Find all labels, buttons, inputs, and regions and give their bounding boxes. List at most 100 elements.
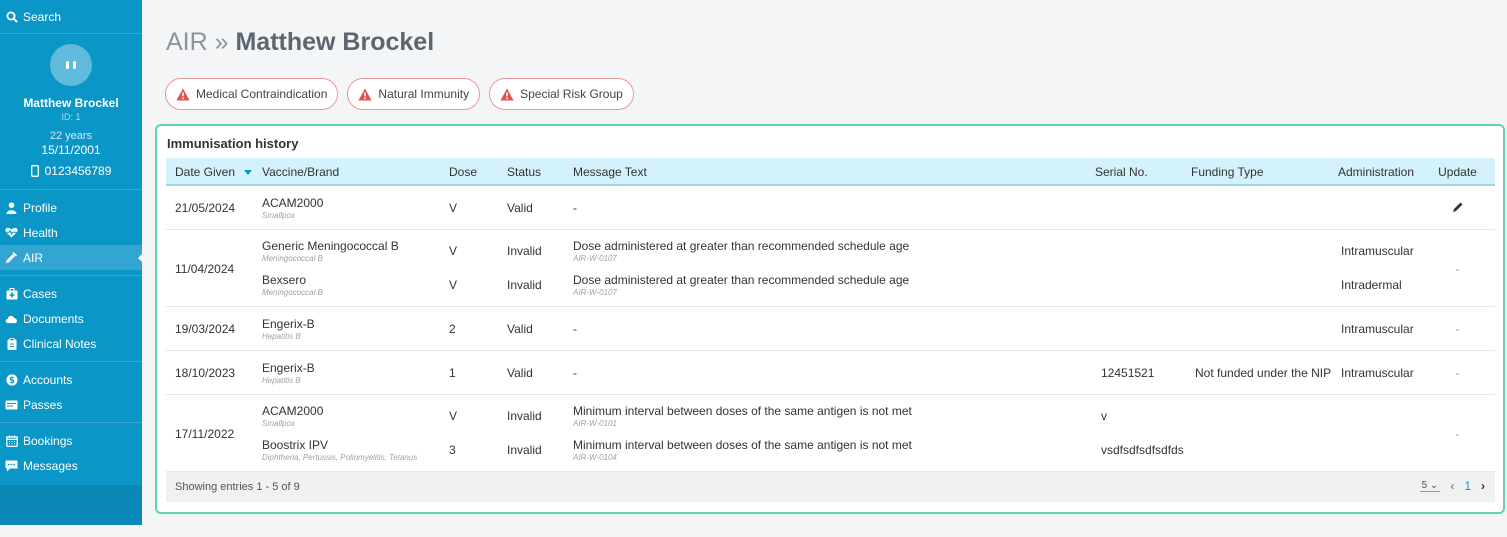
column-header-label: Message Text <box>573 165 647 179</box>
message-text: - <box>573 201 577 215</box>
flag-special-risk-group[interactable]: Special Risk Group <box>489 78 634 110</box>
sidebar-item-label: Documents <box>23 311 84 326</box>
sidebar-item-health[interactable]: Health <box>0 220 142 245</box>
message-cell: Minimum interval between doses of the sa… <box>573 438 912 462</box>
sidebar-item-label: Profile <box>23 200 58 215</box>
prev-page-icon[interactable]: ‹ <box>1450 479 1454 493</box>
sidebar-item-label: AIR <box>23 250 44 265</box>
sidebar-footer <box>0 485 142 525</box>
funding-type: Not funded under the NIP <box>1195 366 1332 380</box>
patient-phone: 0123456789 <box>0 164 142 178</box>
card-icon <box>5 398 18 411</box>
patient-phone-number: 0123456789 <box>44 164 112 178</box>
sidebar-item-label: Passes <box>23 397 63 412</box>
chevron-down-icon: ⌄ <box>1429 480 1439 491</box>
current-page[interactable]: 1 <box>1464 479 1471 493</box>
table-row: 21/05/2024 ACAM2000 Smallpox V Valid - <box>166 186 1495 230</box>
column-header-label: Funding Type <box>1191 165 1264 179</box>
message-cell: - <box>573 366 577 380</box>
flag-medical-contraindication[interactable]: Medical Contraindication <box>165 78 339 110</box>
column-header-serial-no[interactable]: Serial No. <box>1095 165 1191 179</box>
flag-natural-immunity[interactable]: Natural Immunity <box>347 78 481 110</box>
column-header-vaccine-brand[interactable]: Vaccine/Brand <box>262 165 449 179</box>
sidebar-item-profile[interactable]: Profile <box>0 195 142 220</box>
dose: 3 <box>449 443 456 457</box>
vaccine-antigen: Hepatitis B <box>262 376 301 385</box>
status: Invalid <box>507 278 542 292</box>
cloud-icon <box>5 312 18 325</box>
pagination: 5 ⌄ ‹ 1 › <box>1419 479 1485 493</box>
message-text: Minimum interval between doses of the sa… <box>573 404 912 418</box>
update-value: - <box>1455 366 1460 380</box>
next-page-icon[interactable]: › <box>1481 479 1485 493</box>
warning-icon <box>358 88 373 101</box>
patient-id: ID: 1 <box>61 112 81 122</box>
message-text: Minimum interval between doses of the sa… <box>573 438 912 452</box>
table-header: Date Given Vaccine/Brand Dose Status Message… <box>166 158 1495 186</box>
flag-label: Medical Contraindication <box>196 87 328 101</box>
dose: V <box>449 278 458 292</box>
column-header-label: Update <box>1438 165 1477 179</box>
sidebar-item-label: Cases <box>23 286 58 301</box>
date-given: 11/04/2024 <box>175 261 235 276</box>
column-header-update[interactable]: Update <box>1428 165 1487 179</box>
column-header-status[interactable]: Status <box>507 165 573 179</box>
search-label: Search <box>23 9 62 24</box>
sidebar-group: Cases Documents Clinical Notes <box>0 276 142 362</box>
message-cell: - <box>573 322 577 336</box>
dose: V <box>449 201 458 215</box>
table-row: 11/04/2024 Generic Meningococcal B Meningo… <box>166 230 1495 307</box>
table-row: 18/10/2023 Engerix-B Hepatitis B 1 Valid - 124… <box>166 351 1495 395</box>
message-code: AIR-W-0107 <box>573 254 617 263</box>
administration: Intradermal <box>1341 278 1402 292</box>
message-code: AIR-W-0107 <box>573 288 617 297</box>
status: Valid <box>507 366 533 380</box>
sidebar-item-cases[interactable]: Cases <box>0 281 142 306</box>
search-icon <box>6 11 18 23</box>
status: Invalid <box>507 409 542 423</box>
sidebar-group: Bookings Messages <box>0 423 142 483</box>
message-cell: Dose administered at greater than recomm… <box>573 273 909 297</box>
vaccine-antigen: Hepatitis B <box>262 332 301 341</box>
sidebar-item-bookings[interactable]: Bookings <box>0 428 142 453</box>
sidebar-item-label: Bookings <box>23 433 73 448</box>
sidebar-item-messages[interactable]: Messages <box>0 453 142 478</box>
sidebar-item-documents[interactable]: Documents <box>0 306 142 331</box>
vaccine-antigen: Smallpox <box>262 419 295 428</box>
status: Invalid <box>507 244 542 258</box>
sidebar-item-label: Messages <box>23 458 78 473</box>
vaccine-antigen: Meningococcal B <box>262 288 323 297</box>
column-header-administration[interactable]: Administration <box>1338 165 1436 179</box>
vaccine-cell: ACAM2000 Smallpox <box>262 196 323 220</box>
table-row: 19/03/2024 Engerix-B Hepatitis B 2 Valid - Int… <box>166 307 1495 351</box>
chat-icon <box>5 459 18 472</box>
message-text: - <box>573 322 577 336</box>
flag-label: Special Risk Group <box>520 87 623 101</box>
table-row: 17/11/2022 ACAM2000 Smallpox V Invalid Minimu… <box>166 395 1495 472</box>
sort-desc-icon <box>244 170 253 176</box>
column-header-dose[interactable]: Dose <box>449 165 507 179</box>
vaccine-cell: Engerix-B Hepatitis B <box>262 361 315 385</box>
column-header-funding-type[interactable]: Funding Type <box>1191 165 1338 179</box>
edit-icon[interactable] <box>1428 201 1487 216</box>
status: Valid <box>507 201 533 215</box>
sidebar-item-clinical-notes[interactable]: Clinical Notes <box>0 331 142 356</box>
sidebar: Search Matthew Brockel ID: 1 22 years 15… <box>0 0 143 525</box>
sidebar-search[interactable]: Search <box>0 0 142 34</box>
patient-dob: 15/11/2001 <box>41 143 101 157</box>
page-size-select[interactable]: 5 ⌄ <box>1419 480 1441 492</box>
message-cell: Dose administered at greater than recomm… <box>573 239 909 263</box>
column-header-date-given[interactable]: Date Given <box>175 165 262 179</box>
vaccine-antigen: Diphtheria, Pertussis, Poliomyelitis, Te… <box>262 453 418 462</box>
vaccine-cell: Bexsero Meningococcal B <box>262 273 323 297</box>
sidebar-item-label: Health <box>23 225 58 240</box>
sidebar-item-air[interactable]: AIR <box>0 245 143 270</box>
sidebar-item-accounts[interactable]: $ Accounts <box>0 367 142 392</box>
medkit-icon <box>5 287 18 300</box>
serial-no: v <box>1101 409 1107 423</box>
column-header-message-text[interactable]: Message Text <box>573 165 1095 179</box>
sidebar-item-passes[interactable]: Passes <box>0 392 142 417</box>
column-header-label: Status <box>507 165 542 179</box>
administration: Intramuscular <box>1341 244 1414 258</box>
column-header-label: Dose <box>449 165 478 179</box>
